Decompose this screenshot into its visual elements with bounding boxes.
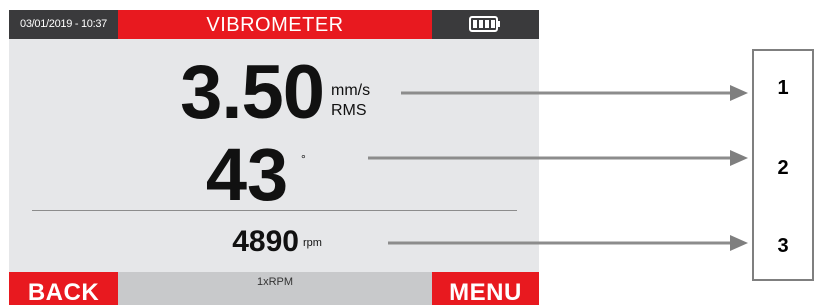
callout-label-3: 3 [777, 235, 789, 257]
callout-arrows [368, 85, 748, 251]
arrow-1 [401, 85, 748, 101]
callout-label-2: 2 [777, 157, 789, 179]
arrow-3 [388, 235, 748, 251]
callout-label-1: 1 [777, 77, 789, 99]
arrow-2 [368, 150, 748, 166]
callout-box: 1 2 3 [752, 49, 814, 281]
